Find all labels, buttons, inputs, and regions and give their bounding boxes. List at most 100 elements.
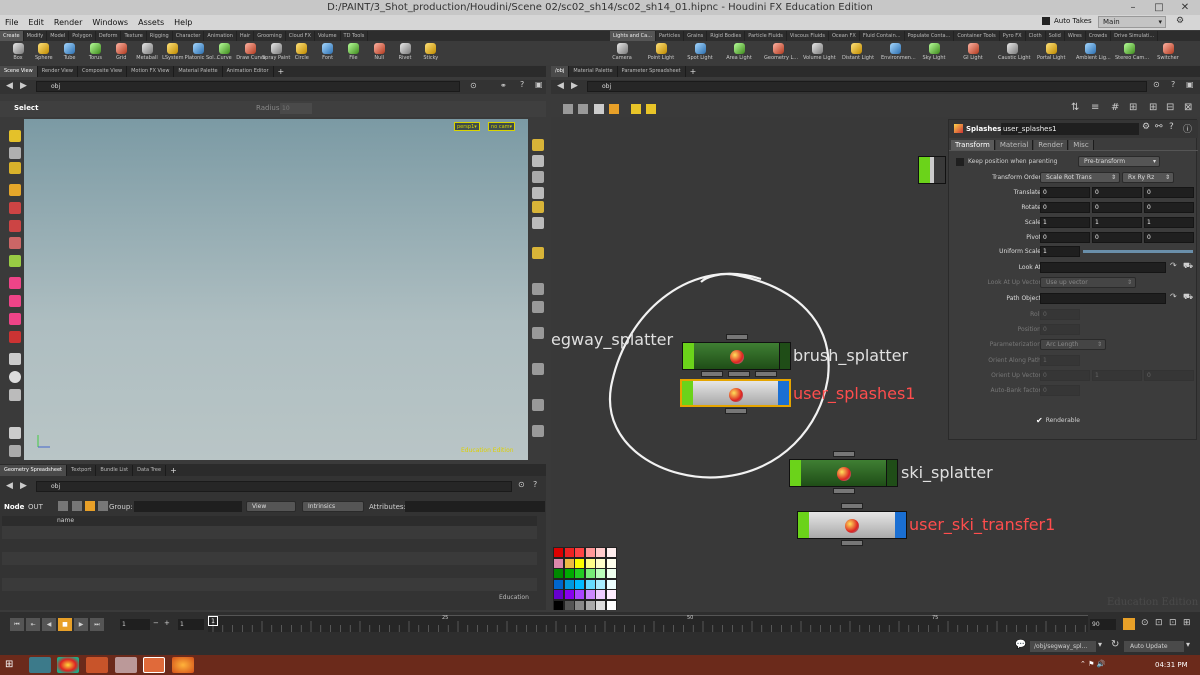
rotate-y-field[interactable]: 0 <box>1092 202 1142 213</box>
file-explorer-icon[interactable] <box>115 657 137 673</box>
shelf-tab-polygon[interactable]: Polygon <box>69 31 96 41</box>
scissors-icon[interactable] <box>532 399 544 411</box>
forward-arrow-icon[interactable]: ▶ <box>20 481 27 491</box>
rotate-z-field[interactable]: 0 <box>1144 202 1194 213</box>
param-tab-misc[interactable]: Misc <box>1069 140 1094 150</box>
minimize-button[interactable]: – <box>1120 0 1146 15</box>
menu-file[interactable]: File <box>0 15 23 30</box>
scene-viewport[interactable]: persp1▾ no cam▾ Education Edition <box>24 119 528 460</box>
layout-icon[interactable]: ≡ <box>1091 102 1099 113</box>
color-swatch[interactable] <box>554 600 563 610</box>
node-brush-splatter[interactable] <box>682 334 791 370</box>
left-path-field[interactable]: obj <box>36 81 460 92</box>
gear-icon[interactable]: ⚙ <box>1142 122 1150 132</box>
node-user-splashes1[interactable] <box>680 379 791 414</box>
zoom-icon[interactable]: ⊠ <box>1184 102 1192 113</box>
grid-toggle-icon[interactable]: # <box>1111 102 1119 113</box>
tab-data-tree[interactable]: Data Tree <box>133 464 167 476</box>
shelf-tab-populate-conta[interactable]: Populate Conta... <box>905 31 955 41</box>
color-swatch[interactable] <box>564 558 574 568</box>
tool-distant-light[interactable]: Distant Light <box>842 42 874 61</box>
node-input-connector[interactable] <box>832 451 855 457</box>
plus-icon[interactable]: + <box>164 619 170 627</box>
tab-textport[interactable]: Textport <box>67 464 97 476</box>
tool-sphere[interactable]: Sphere <box>30 42 58 61</box>
pin-icon[interactable]: ⊙ <box>518 480 525 489</box>
tool-null[interactable]: Null <box>365 42 393 61</box>
color-swatch[interactable] <box>554 590 563 599</box>
tool-rivet[interactable]: Rivet <box>391 42 419 61</box>
help-icon[interactable]: ? <box>1169 122 1174 132</box>
scale-tool-icon[interactable] <box>9 237 21 249</box>
points-icon[interactable] <box>532 283 544 295</box>
realtime-icon[interactable]: ⊙ <box>1141 618 1149 628</box>
node-render-flag[interactable] <box>779 343 790 369</box>
jump-end-button[interactable]: ⏭ <box>90 617 104 631</box>
firefox-app-icon[interactable] <box>172 657 194 673</box>
help-icon[interactable]: ? <box>533 480 537 489</box>
close-button[interactable]: ✕ <box>1172 0 1198 15</box>
shelf-tab-texture[interactable]: Texture <box>121 31 147 41</box>
snap-toggle-icon[interactable]: ⊞ <box>1129 102 1137 113</box>
desktop-selector[interactable]: Main ▾ <box>1098 16 1166 28</box>
snapshot-icon[interactable] <box>532 247 544 259</box>
camera-persp-icon[interactable] <box>9 389 21 401</box>
color-swatch[interactable] <box>564 548 574 557</box>
tab-render-view[interactable]: Render View <box>38 66 78 77</box>
current-frame-marker[interactable]: 1 <box>208 616 218 626</box>
key-icon[interactable] <box>1123 618 1135 630</box>
color-swatch[interactable] <box>585 600 595 610</box>
shelf-tab-grooming[interactable]: Grooming <box>254 31 286 41</box>
keep-position-dropdown[interactable]: Pre-transform ▾ <box>1078 156 1160 167</box>
arrow-icon[interactable]: ↷ <box>1170 292 1177 301</box>
view-tool-icon[interactable] <box>9 147 21 159</box>
roll-field[interactable]: 0 <box>1040 309 1080 320</box>
tab-material-palette[interactable]: Material Palette <box>174 66 223 77</box>
shelf-tab-td-tools[interactable]: TD Tools <box>341 31 369 41</box>
color-swatch[interactable] <box>596 590 605 599</box>
tool-file[interactable]: File <box>339 42 367 61</box>
tray-icons[interactable]: ⌃ ⚑ 🔊 <box>1080 660 1105 668</box>
node-input-connector[interactable] <box>755 371 777 377</box>
maximize-pane-icon[interactable]: ▣ <box>535 80 543 89</box>
color-swatch[interactable] <box>575 548 584 557</box>
node-name-field[interactable]: user_splashes1 <box>1001 123 1139 135</box>
color-swatch[interactable] <box>554 548 563 557</box>
tool-sticky[interactable]: Sticky <box>417 42 445 61</box>
tool-metaball[interactable]: Metaball <box>133 42 161 61</box>
shelf-tab-particles[interactable]: Particles <box>656 31 685 41</box>
shelf-tab-particle-fluids[interactable]: Particle Fluids <box>745 31 787 41</box>
node-display-flag[interactable] <box>682 381 693 405</box>
tool-draw-curve[interactable]: Draw Curve <box>236 42 266 61</box>
select-tool-icon[interactable] <box>9 130 21 142</box>
eye-icon[interactable] <box>532 171 544 183</box>
color-swatch[interactable] <box>575 600 584 610</box>
node-chooser-icon[interactable]: ⛟ <box>1183 292 1193 302</box>
tool-geometry-l[interactable]: Geometry L... <box>764 42 798 61</box>
tool-stereo-cam[interactable]: Stereo Cam... <box>1115 42 1149 61</box>
tool-font[interactable]: Font <box>314 42 342 61</box>
grid-lines-icon[interactable]: ⊞ <box>1149 102 1157 113</box>
tab-animation-editor[interactable]: Animation Editor <box>223 66 274 77</box>
color-swatch[interactable] <box>596 569 605 578</box>
node-display-flag[interactable] <box>798 512 809 538</box>
shelf-tab-drive-simulati[interactable]: Drive Simulati... <box>1111 31 1159 41</box>
node-render-flag[interactable] <box>778 381 789 405</box>
frame-field[interactable]: 1 <box>120 619 150 630</box>
normals-icon[interactable] <box>532 301 544 313</box>
shelf-tab-cloud-fx[interactable]: Cloud FX <box>286 31 315 41</box>
pin-icon[interactable]: ⊙ <box>470 81 477 90</box>
end-frame-field[interactable]: 90 <box>1090 619 1116 630</box>
spreadsheet-path-field[interactable]: obj <box>36 481 512 492</box>
global-anim-icon[interactable]: ⊡ <box>1155 618 1163 628</box>
tool-ambient-lig[interactable]: Ambient Lig... <box>1076 42 1111 61</box>
tool-environmen[interactable]: Environmen... <box>881 42 916 61</box>
tool-platonic-sol[interactable]: Platonic Sol... <box>185 42 218 61</box>
keys-icon[interactable]: ⊞ <box>1183 618 1191 628</box>
persp-camera-menu[interactable]: persp1▾ <box>454 122 480 131</box>
color-swatch[interactable] <box>596 558 605 568</box>
arrow-select-icon[interactable] <box>9 184 21 196</box>
houdini-app-icon[interactable] <box>143 657 165 673</box>
color-swatch[interactable] <box>585 579 595 589</box>
color-swatch[interactable] <box>585 558 595 568</box>
